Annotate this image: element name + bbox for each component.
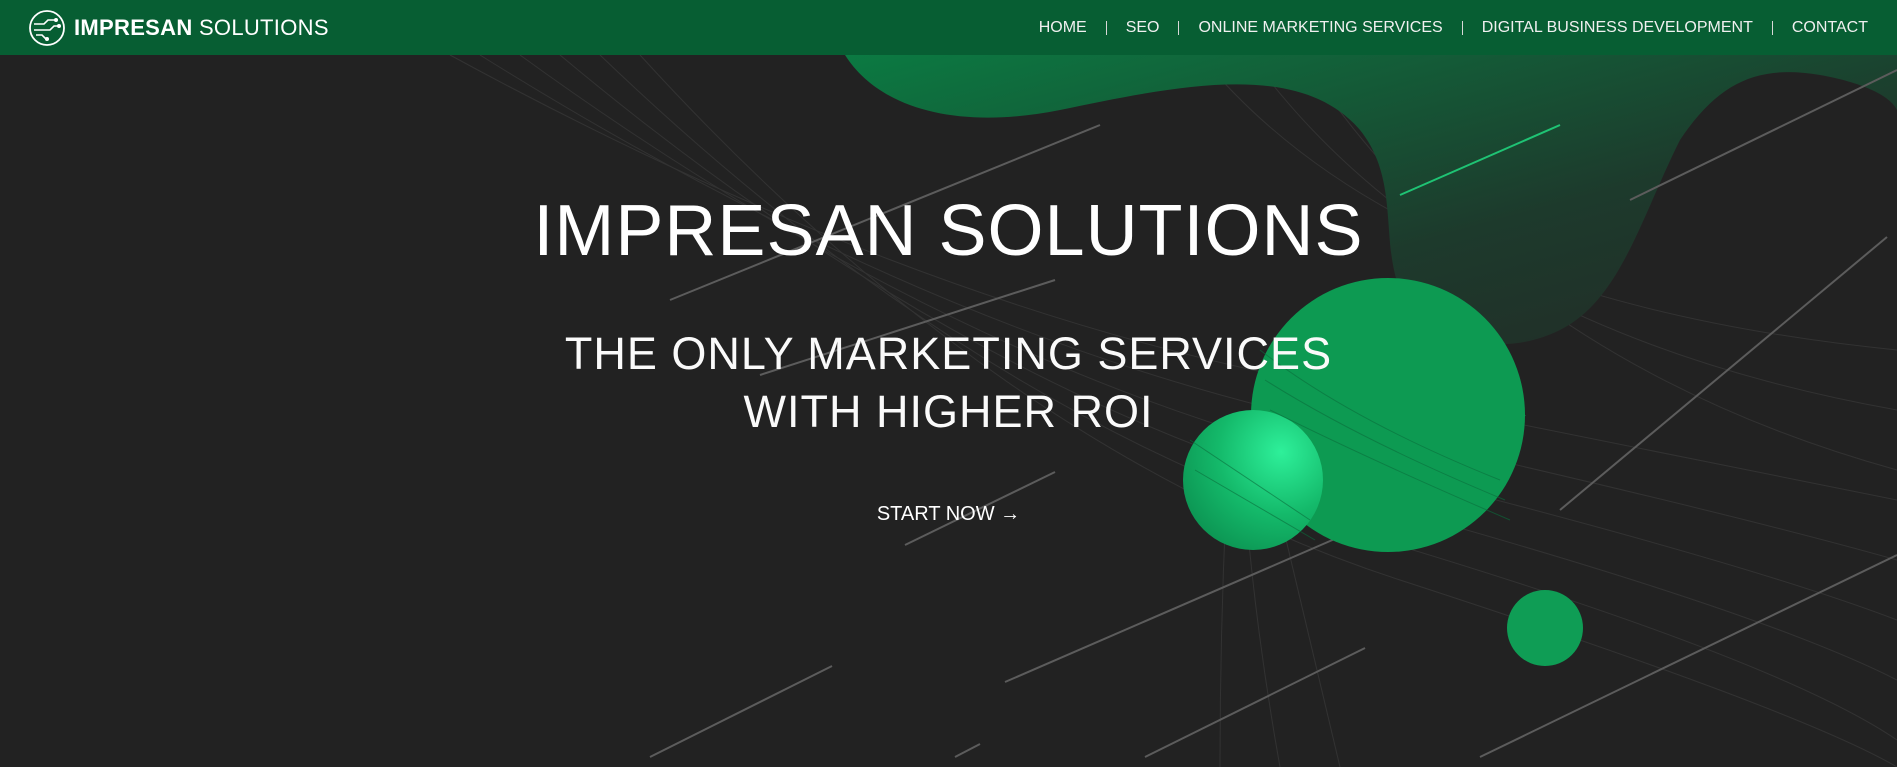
hero-title: IMPRESAN SOLUTIONS <box>533 191 1364 271</box>
top-navbar: IMPRESAN SOLUTIONS HOME SEO ONLINE MARKE… <box>0 0 1897 55</box>
hero-subtitle-line-1: THE ONLY MARKETING SERVICES <box>564 328 1333 379</box>
hero-subtitle-line-2: WITH HIGHER ROI <box>743 386 1154 437</box>
nav-divider <box>1461 20 1463 35</box>
nav-item-online-marketing-services[interactable]: ONLINE MARKETING SERVICES <box>1198 19 1442 37</box>
brand-name-light: SOLUTIONS <box>198 15 329 40</box>
brand-name: IMPRESAN SOLUTIONS <box>74 15 329 41</box>
nav-item-digital-business-development[interactable]: DIGITAL BUSINESS DEVELOPMENT <box>1482 19 1753 37</box>
nav-divider <box>1178 20 1180 35</box>
nav-item-contact[interactable]: CONTACT <box>1792 19 1868 37</box>
hero-section: IMPRESAN SOLUTIONS THE ONLY MARKETING SE… <box>0 55 1897 767</box>
brand-name-bold: IMPRESAN <box>74 15 193 40</box>
nav-divider <box>1771 20 1773 35</box>
nav-item-home[interactable]: HOME <box>1039 19 1087 37</box>
start-now-button[interactable]: START NOW → <box>867 497 1030 532</box>
brand-link[interactable]: IMPRESAN SOLUTIONS <box>28 9 329 47</box>
cta-container: START NOW → <box>0 497 1897 532</box>
hero-subtitle: THE ONLY MARKETING SERVICES WITH HIGHER … <box>0 325 1897 441</box>
circuit-logo-icon <box>29 10 65 46</box>
main-nav: HOME SEO ONLINE MARKETING SERVICES DIGIT… <box>1039 0 1868 55</box>
nav-divider <box>1105 20 1107 35</box>
nav-item-seo[interactable]: SEO <box>1126 19 1160 37</box>
